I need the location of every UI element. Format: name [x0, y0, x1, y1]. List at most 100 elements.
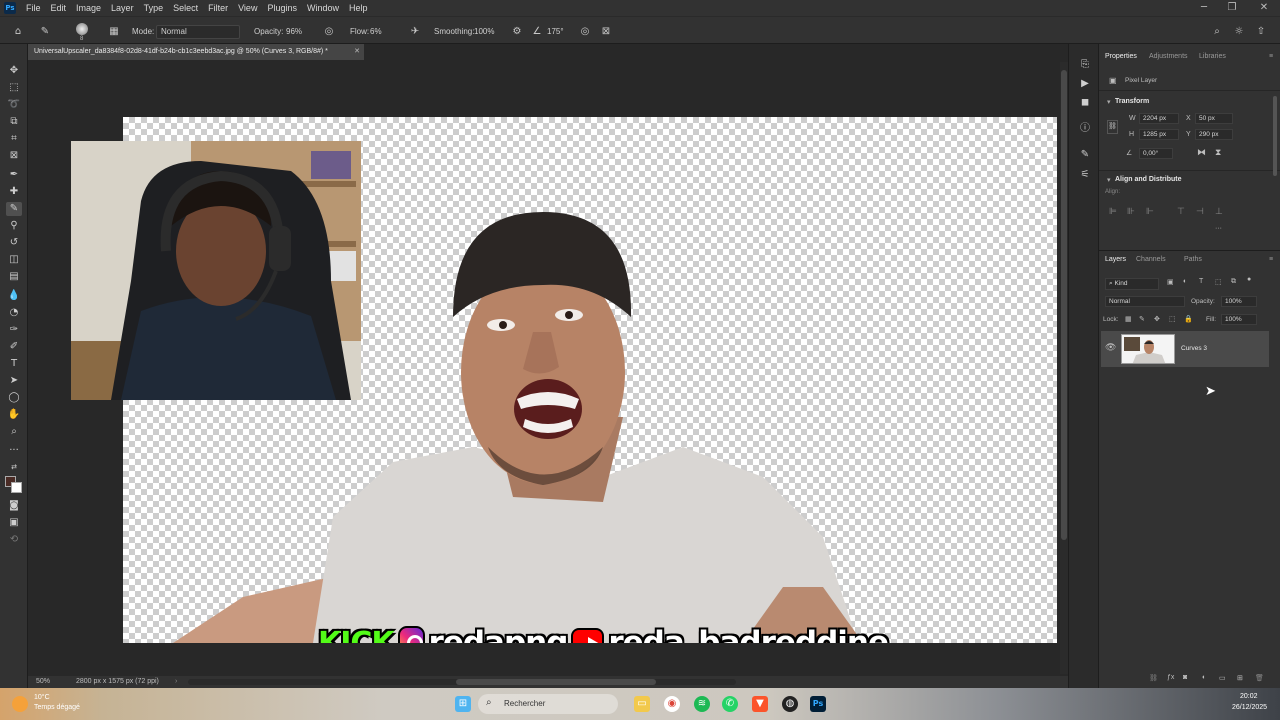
- brushes-panel-icon[interactable]: ✎: [1078, 148, 1092, 162]
- zoom-level[interactable]: 50%: [36, 676, 50, 688]
- home-icon[interactable]: ⌂: [11, 25, 25, 39]
- lock-pixels-icon[interactable]: ✎: [1139, 315, 1145, 323]
- brush-tool-icon[interactable]: ✎: [6, 202, 22, 216]
- blend-mode-select[interactable]: Normal: [1105, 296, 1185, 307]
- adjustments-panel-icon[interactable]: ⚟: [1078, 168, 1092, 182]
- photoshop-taskbar-icon[interactable]: Ps: [810, 696, 826, 712]
- menu-type[interactable]: Type: [140, 0, 170, 16]
- path-selection-tool-icon[interactable]: ➤: [6, 374, 22, 388]
- filter-smart-object-icon[interactable]: ⧉: [1231, 278, 1236, 286]
- tab-channels[interactable]: Channels: [1136, 256, 1166, 263]
- y-field[interactable]: 290 px: [1195, 129, 1233, 140]
- lasso-tool-icon[interactable]: ➰: [6, 98, 22, 112]
- brush-settings-icon[interactable]: ▦: [107, 25, 121, 39]
- zoom-tool-icon[interactable]: ⌕: [6, 425, 22, 439]
- menu-select[interactable]: Select: [169, 0, 204, 16]
- hand-tool-icon[interactable]: ✋: [6, 408, 22, 422]
- flow-value[interactable]: 6%: [370, 27, 382, 36]
- filter-toggle-icon[interactable]: ●: [1247, 276, 1251, 283]
- layer-filter-select[interactable]: ⌕ Kind: [1105, 278, 1159, 290]
- status-arrow-icon[interactable]: ›: [175, 676, 177, 688]
- properties-scrollbar[interactable]: [1273, 96, 1277, 176]
- layer-style-fx-icon[interactable]: ƒx: [1167, 674, 1174, 681]
- horizontal-scrollbar-thumb[interactable]: [456, 679, 656, 685]
- document-tab[interactable]: UniversalUpscaler_da8384f8-02d8-41df-b24…: [28, 44, 364, 60]
- weather-temperature[interactable]: 10°C: [34, 694, 50, 701]
- clock-time[interactable]: 20:02: [1240, 693, 1258, 700]
- weather-sun-icon[interactable]: [12, 696, 28, 712]
- pen-tool-2-icon[interactable]: ✐: [6, 340, 22, 354]
- fill-field[interactable]: 100%: [1221, 314, 1257, 325]
- filter-shape-icon[interactable]: ⬚: [1215, 278, 1222, 286]
- more-options-icon[interactable]: ···: [1215, 225, 1222, 232]
- background-color-swatch[interactable]: [11, 482, 22, 493]
- brave-icon[interactable]: ▼: [752, 696, 768, 712]
- align-center-h-icon[interactable]: ⊪: [1127, 206, 1135, 217]
- restore-icon[interactable]: ❐: [1216, 0, 1248, 16]
- object-selection-tool-icon[interactable]: ⧉: [6, 115, 22, 129]
- new-group-icon[interactable]: ▭: [1219, 674, 1226, 682]
- filter-pixel-icon[interactable]: ▣: [1167, 278, 1174, 286]
- mode-select[interactable]: Normal: [156, 25, 240, 39]
- menu-filter[interactable]: Filter: [204, 0, 234, 16]
- flip-horizontal-icon[interactable]: ⧓: [1197, 147, 1206, 158]
- start-windows-icon[interactable]: ⊞: [455, 696, 471, 712]
- lock-all-icon[interactable]: 🔒: [1184, 315, 1193, 323]
- dodge-tool-icon[interactable]: ◔: [6, 306, 22, 320]
- comments-icon[interactable]: ◼: [1078, 96, 1092, 110]
- filter-adjustment-icon[interactable]: ◐: [1183, 278, 1187, 285]
- crop-tool-icon[interactable]: ⌗: [6, 132, 22, 146]
- align-chevron-icon[interactable]: ▾: [1107, 176, 1111, 184]
- blur-tool-icon[interactable]: 💧: [6, 289, 22, 303]
- obs-icon[interactable]: ◍: [782, 696, 798, 712]
- tab-layers[interactable]: Layers: [1105, 256, 1126, 263]
- file-explorer-icon[interactable]: ▭: [634, 696, 650, 712]
- tab-adjustments[interactable]: Adjustments: [1149, 53, 1188, 60]
- layer-opacity-field[interactable]: 100%: [1221, 296, 1257, 307]
- horizontal-scrollbar[interactable]: [188, 679, 736, 685]
- whatsapp-icon[interactable]: ✆: [722, 696, 738, 712]
- tab-properties[interactable]: Properties: [1105, 53, 1137, 60]
- gradient-tool-icon[interactable]: ▤: [6, 270, 22, 284]
- chrome-icon[interactable]: ◉: [664, 696, 680, 712]
- new-layer-icon[interactable]: ⊞: [1237, 674, 1243, 682]
- smoothing-settings-gear-icon[interactable]: ⚙: [510, 25, 524, 39]
- history-brush-tool-icon[interactable]: ↺: [6, 236, 22, 250]
- clone-stamp-tool-icon[interactable]: ⚲: [6, 219, 22, 233]
- swap-colors-icon[interactable]: ⇄: [6, 460, 22, 474]
- lock-position-icon[interactable]: ✥: [1154, 315, 1160, 323]
- flip-vertical-icon[interactable]: ⧗: [1215, 147, 1221, 158]
- brush-preview-icon[interactable]: [76, 23, 88, 35]
- document-size-info[interactable]: 2800 px x 1575 px (72 ppi): [76, 676, 159, 688]
- airbrush-icon[interactable]: ✈: [408, 25, 422, 39]
- filter-type-icon[interactable]: T: [1199, 278, 1203, 285]
- menu-layer[interactable]: Layer: [107, 0, 140, 16]
- edit-toolbar-icon[interactable]: ⟲: [6, 533, 22, 547]
- more-tools-icon[interactable]: ···: [6, 444, 22, 458]
- tab-libraries[interactable]: Libraries: [1199, 53, 1226, 60]
- panel-menu-icon[interactable]: ≡: [1269, 53, 1273, 60]
- visibility-eye-icon[interactable]: 👁: [1105, 342, 1116, 353]
- opacity-value[interactable]: 96%: [286, 27, 302, 36]
- clock-date[interactable]: 26/12/2025: [1232, 704, 1267, 711]
- quick-mask-icon[interactable]: ◙: [6, 499, 22, 513]
- lock-artboard-icon[interactable]: ⬚: [1169, 315, 1176, 323]
- workspace-icon[interactable]: ☼: [1232, 25, 1246, 39]
- new-adjustment-icon[interactable]: ◐: [1202, 674, 1206, 681]
- brush-tool-preset-icon[interactable]: ✎: [38, 25, 52, 39]
- pressure-size-icon[interactable]: ◎: [578, 25, 592, 39]
- menu-window[interactable]: Window: [303, 0, 345, 16]
- menu-help[interactable]: Help: [345, 0, 374, 16]
- angle-value[interactable]: 175°: [547, 27, 564, 36]
- eraser-tool-icon[interactable]: ◫: [6, 253, 22, 267]
- taskbar-search-box[interactable]: ⌕ Rechercher: [478, 694, 618, 714]
- menu-view[interactable]: View: [234, 0, 263, 16]
- frame-tool-icon[interactable]: ⊠: [6, 149, 22, 163]
- info-icon[interactable]: ⓘ: [1078, 122, 1092, 136]
- x-field[interactable]: 50 px: [1195, 113, 1233, 124]
- height-field[interactable]: 1285 px: [1139, 129, 1179, 140]
- delete-layer-icon[interactable]: 🗑: [1255, 674, 1264, 682]
- scrollbar-thumb[interactable]: [1061, 70, 1067, 540]
- layer-row[interactable]: 👁 Curves 3: [1101, 331, 1269, 367]
- vertical-scrollbar[interactable]: [1060, 62, 1068, 674]
